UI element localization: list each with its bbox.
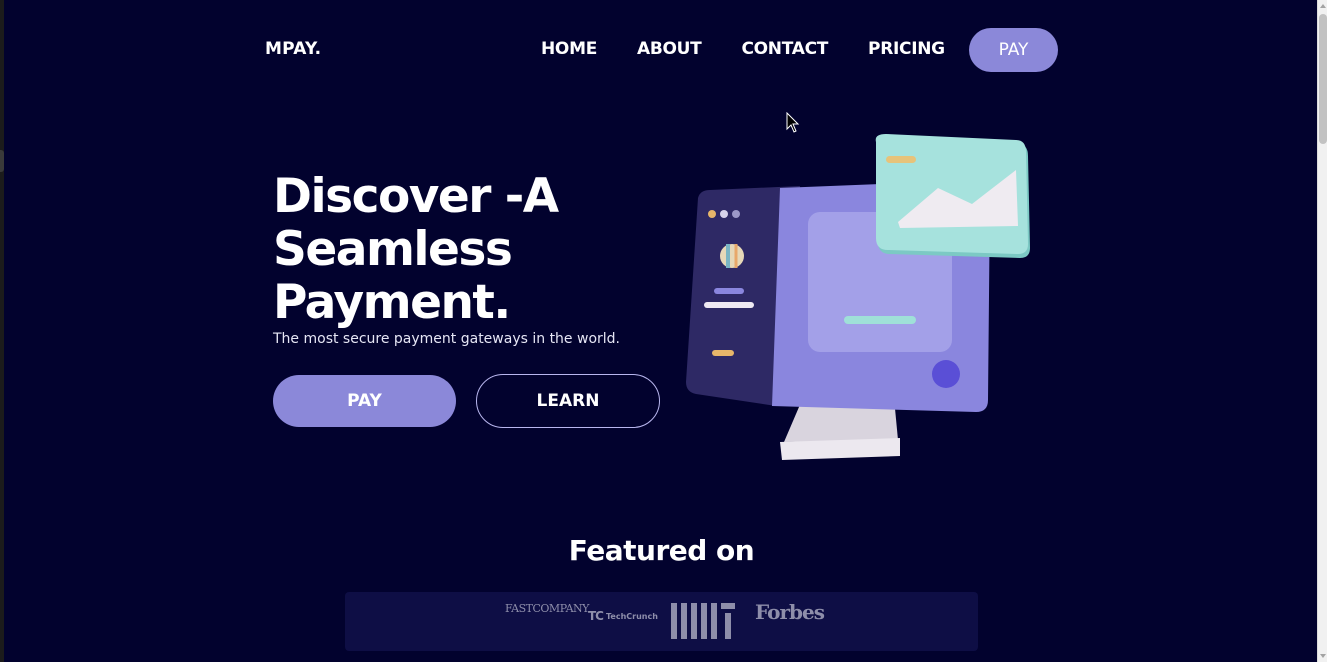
mit-logo xyxy=(671,603,735,639)
edge-marker xyxy=(0,150,4,172)
hero-title: Discover -A Seamless Payment. xyxy=(273,170,653,329)
page-scrollbar[interactable] xyxy=(1317,0,1327,662)
hero-subtitle: The most secure payment gateways in the … xyxy=(273,331,620,347)
featured-title: Featured on xyxy=(568,534,755,567)
nav-pricing[interactable]: PRICING xyxy=(868,39,945,59)
nav-pay-button[interactable]: PAY xyxy=(969,28,1058,72)
techcrunch-logo: TC TechCrunch xyxy=(588,609,658,623)
techcrunch-logo-text: TechCrunch xyxy=(606,611,658,621)
featured-logos-strip: FASTCOMPANY TC TechCrunch Forbes xyxy=(345,592,978,651)
hero-title-line3: Payment. xyxy=(273,275,511,330)
main-nav: HOME ABOUT CONTACT PRICING xyxy=(541,39,985,59)
hero-title-line2: Seamless xyxy=(273,222,513,277)
nav-about[interactable]: ABOUT xyxy=(637,39,702,59)
techcrunch-glyph-icon: TC xyxy=(588,609,604,623)
nav-home[interactable]: HOME xyxy=(541,39,597,59)
mouse-cursor-icon xyxy=(786,112,800,133)
scrollbar-thumb[interactable] xyxy=(1319,14,1327,144)
hero-learn-button[interactable]: LEARN xyxy=(476,374,660,428)
forbes-logo: Forbes xyxy=(755,600,825,624)
scroll-down-icon[interactable] xyxy=(1320,654,1326,658)
scroll-up-icon[interactable] xyxy=(1320,4,1326,8)
brand-logo[interactable]: MPAY. xyxy=(265,39,321,59)
hero-title-line1: Discover -A xyxy=(273,169,559,224)
hero-pay-button[interactable]: PAY xyxy=(273,375,456,427)
nav-contact[interactable]: CONTACT xyxy=(741,39,828,59)
computer-illustration xyxy=(686,134,1030,460)
fastcompany-logo: FASTCOMPANY xyxy=(505,602,589,615)
